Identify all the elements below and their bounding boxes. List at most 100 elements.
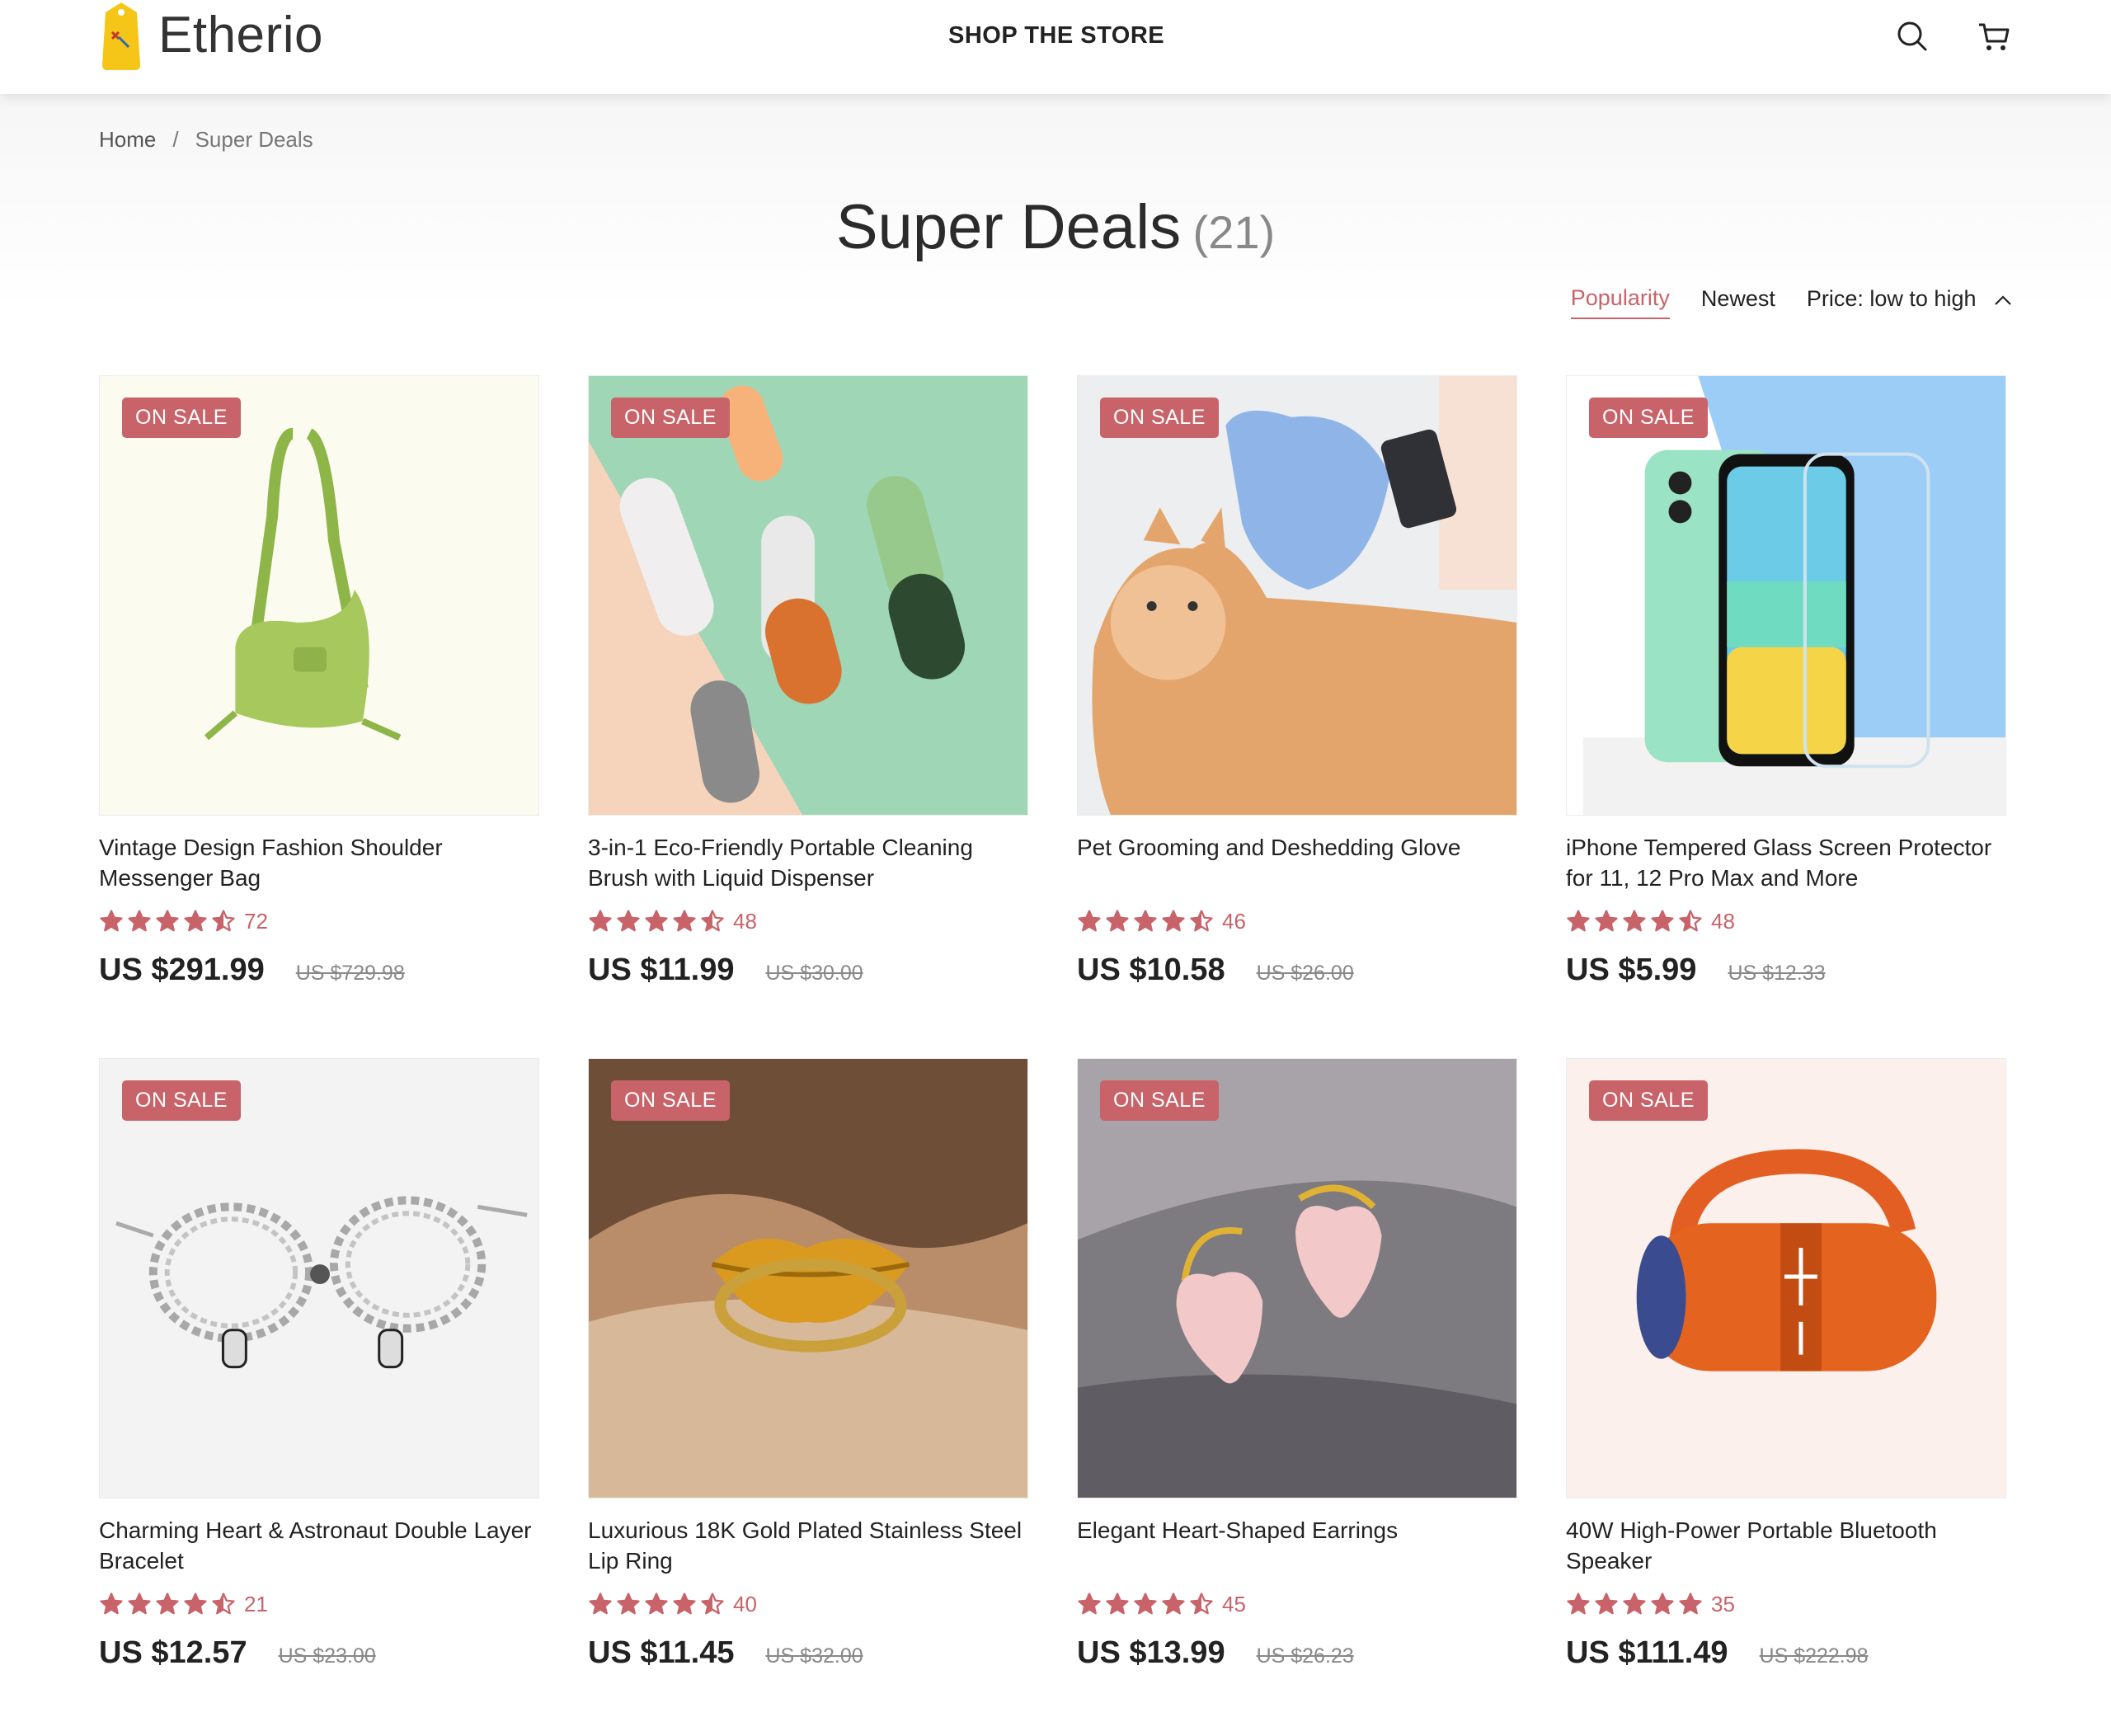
- star-full-icon: [128, 1593, 151, 1615]
- star-full-icon: [645, 910, 668, 932]
- bracelet-image: [100, 1059, 538, 1498]
- star-full-icon: [1595, 1593, 1618, 1615]
- star-full-icon: [184, 1593, 207, 1615]
- product-name[interactable]: Pet Grooming and Deshedding Glove: [1077, 832, 1517, 893]
- sale-price: US $12.57: [99, 1635, 247, 1670]
- nav-shop-the-store[interactable]: SHOP THE STORE: [948, 22, 1164, 49]
- star-full-icon: [100, 1593, 123, 1615]
- star-half-icon: [1679, 910, 1702, 932]
- price-row: US $291.99 US $729.98: [99, 953, 539, 988]
- sale-badge: ON SALE: [1589, 398, 1708, 438]
- product-card[interactable]: ON SALE Luxurious 18K Gold Plated Stainl…: [588, 1058, 1028, 1736]
- product-name[interactable]: Charming Heart & Astronaut Double Layer …: [99, 1515, 539, 1576]
- product-card[interactable]: ON SALE Charming Heart & Astronaut Doubl…: [99, 1058, 539, 1736]
- product-grid: ON SALE Vintage Design Fashion Shoulder …: [99, 375, 2007, 1736]
- product-image[interactable]: ON SALE: [1566, 375, 2006, 816]
- product-card[interactable]: ON SALE iPhone Tempered Glass Screen Pro…: [1566, 375, 2006, 1053]
- chevron-up-icon: [1995, 295, 2011, 305]
- product-image[interactable]: ON SALE: [99, 1058, 539, 1498]
- cart-icon[interactable]: [1974, 16, 2014, 56]
- sale-badge: ON SALE: [1100, 1080, 1219, 1121]
- product-image[interactable]: ON SALE: [1077, 375, 1517, 816]
- sort-price[interactable]: Price: low to high: [1807, 286, 2012, 318]
- star-full-icon: [1162, 910, 1185, 932]
- star-full-icon: [589, 910, 612, 932]
- product-card[interactable]: ON SALE Elegant Heart-Shaped Earrings 45…: [1077, 1058, 1517, 1736]
- star-rating: [1077, 909, 1214, 934]
- product-name[interactable]: Luxurious 18K Gold Plated Stainless Stee…: [588, 1515, 1028, 1576]
- review-count: 46: [1222, 908, 1246, 934]
- product-image[interactable]: ON SALE: [99, 375, 539, 816]
- star-half-icon: [1190, 910, 1213, 932]
- product-image[interactable]: ON SALE: [588, 375, 1028, 816]
- sort-newest[interactable]: Newest: [1701, 286, 1775, 318]
- star-full-icon: [617, 1593, 640, 1615]
- product-image[interactable]: ON SALE: [588, 1058, 1028, 1498]
- cleaning-brush-image: [589, 376, 1027, 815]
- product-rating: 40: [588, 1591, 1028, 1617]
- star-full-icon: [673, 1593, 696, 1615]
- sale-badge: ON SALE: [611, 398, 730, 438]
- product-card[interactable]: ON SALE Pet Grooming and Deshedding Glov…: [1077, 375, 1517, 1053]
- original-price: US $12.33: [1728, 962, 1826, 985]
- site-header: Etherio SHOP THE STORE: [0, 0, 2111, 94]
- star-full-icon: [645, 1593, 668, 1615]
- product-card[interactable]: ON SALE 3-in-1 Eco-Friendly Portable Cle…: [588, 375, 1028, 1053]
- sale-badge: ON SALE: [611, 1080, 730, 1121]
- sale-badge: ON SALE: [1589, 1080, 1708, 1121]
- sort-price-label: Price: low to high: [1806, 286, 1977, 311]
- price-row: US $12.57 US $23.00: [99, 1635, 539, 1671]
- star-full-icon: [128, 910, 151, 932]
- product-name[interactable]: Elegant Heart-Shaped Earrings: [1077, 1515, 1517, 1576]
- breadcrumb-home[interactable]: Home: [99, 127, 156, 153]
- product-rating: 45: [1077, 1591, 1517, 1617]
- breadcrumb-current: Super Deals: [195, 127, 313, 152]
- product-image[interactable]: ON SALE: [1077, 1058, 1517, 1498]
- product-name[interactable]: Vintage Design Fashion Shoulder Messenge…: [99, 832, 539, 893]
- product-rating: 72: [99, 908, 539, 934]
- sale-price: US $5.99: [1566, 953, 1697, 987]
- product-rating: 35: [1566, 1591, 2006, 1617]
- product-card[interactable]: ON SALE Vintage Design Fashion Shoulder …: [99, 375, 539, 1053]
- product-card[interactable]: ON SALE 40W High-Power Portable Bluetoot…: [1566, 1058, 2006, 1736]
- review-count: 40: [733, 1591, 757, 1616]
- star-full-icon: [1651, 1593, 1674, 1615]
- original-price: US $26.00: [1256, 962, 1354, 985]
- product-name[interactable]: iPhone Tempered Glass Screen Protector f…: [1566, 832, 2006, 893]
- star-full-icon: [1078, 910, 1101, 932]
- original-price: US $32.00: [765, 1644, 863, 1668]
- star-full-icon: [1623, 910, 1646, 932]
- pet-glove-image: [1078, 376, 1516, 815]
- star-full-icon: [1106, 910, 1129, 932]
- sort-options: Popularity Newest Price: low to high: [1570, 285, 2012, 319]
- sale-badge: ON SALE: [122, 398, 241, 438]
- star-full-icon: [1078, 1593, 1101, 1615]
- sale-price: US $291.99: [99, 953, 265, 987]
- sale-badge: ON SALE: [1100, 398, 1219, 438]
- product-image[interactable]: ON SALE: [1566, 1058, 2006, 1498]
- star-full-icon: [156, 1593, 179, 1615]
- star-full-icon: [1134, 910, 1157, 932]
- heart-earrings-image: [1078, 1059, 1516, 1498]
- sort-popularity[interactable]: Popularity: [1570, 285, 1670, 319]
- star-full-icon: [156, 910, 179, 932]
- product-name[interactable]: 3-in-1 Eco-Friendly Portable Cleaning Br…: [588, 832, 1028, 893]
- original-price: US $222.98: [1759, 1644, 1869, 1668]
- original-price: US $729.98: [295, 962, 405, 985]
- product-rating: 21: [99, 1591, 539, 1617]
- product-name[interactable]: 40W High-Power Portable Bluetooth Speake…: [1566, 1515, 2006, 1576]
- product-rating: 48: [588, 908, 1028, 934]
- search-icon[interactable]: [1892, 16, 1932, 56]
- lip-ring-image: [589, 1059, 1027, 1498]
- star-full-icon: [617, 910, 640, 932]
- star-half-icon: [212, 1593, 235, 1615]
- review-count: 72: [244, 908, 268, 934]
- star-full-icon: [1679, 1593, 1702, 1615]
- star-full-icon: [1623, 1593, 1646, 1615]
- brand-logo[interactable]: Etherio: [97, 0, 323, 71]
- price-row: US $11.99 US $30.00: [588, 953, 1028, 988]
- star-rating: [1566, 1592, 1703, 1616]
- breadcrumb: Home / Super Deals: [99, 127, 313, 153]
- result-count: (21): [1192, 206, 1276, 258]
- logo-tag-icon: [97, 1, 145, 70]
